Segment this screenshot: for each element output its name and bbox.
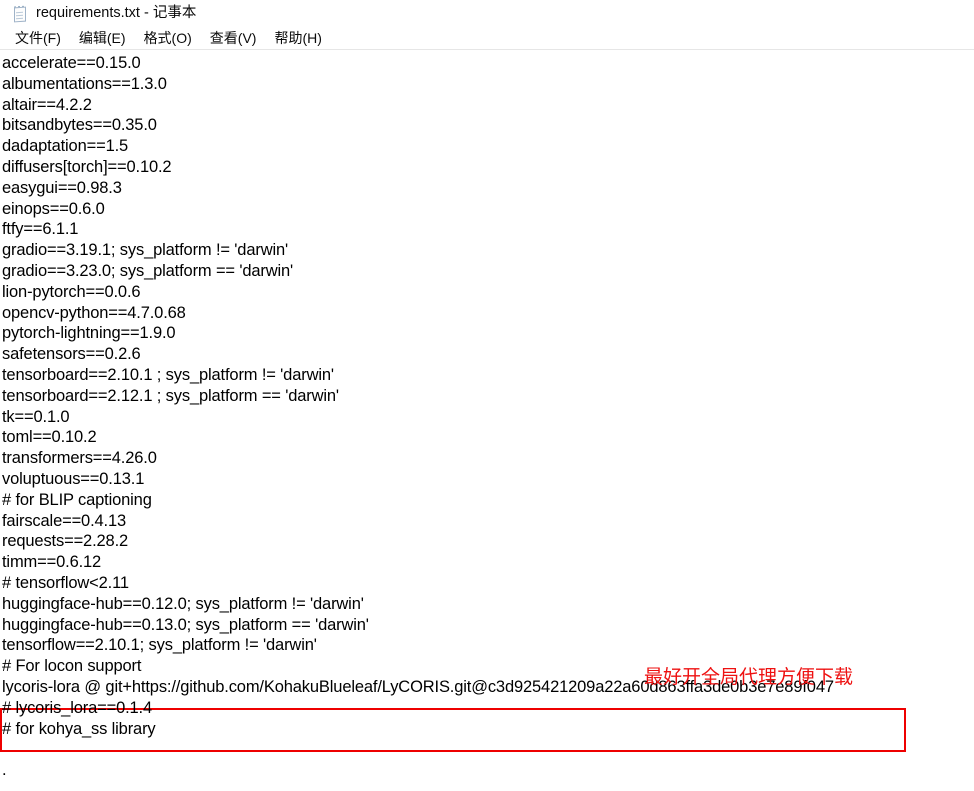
- text-line: fairscale==0.4.13: [2, 511, 127, 530]
- menu-item-file[interactable]: 文件(F): [6, 30, 70, 47]
- text-editor-area[interactable]: accelerate==0.15.0 albumentations==1.3.0 a…: [0, 50, 974, 791]
- menu-item-edit[interactable]: 编辑(E): [70, 30, 135, 47]
- menu-item-format[interactable]: 格式(O): [135, 30, 201, 47]
- text-line: gradio==3.19.1; sys_platform != 'darwin': [2, 241, 289, 260]
- text-line: gradio==3.23.0; sys_platform == 'darwin': [2, 261, 294, 280]
- menu-item-view[interactable]: 查看(V): [201, 30, 266, 47]
- text-line: # for BLIP captioning: [2, 490, 152, 509]
- text-line: einops==0.6.0: [2, 199, 105, 218]
- text-line: transformers==4.26.0: [2, 449, 157, 468]
- notepad-icon-line-2: [16, 14, 23, 16]
- text-line: tensorboard==2.10.1 ; sys_platform != 'd…: [2, 365, 334, 384]
- text-line: accelerate==0.15.0: [2, 54, 141, 72]
- notepad-icon-line-1: [16, 11, 23, 13]
- text-line: dadaptation==1.5: [2, 137, 129, 156]
- text-line: altair==4.2.2: [2, 95, 92, 114]
- text-line: toml==0.10.2: [2, 428, 97, 447]
- text-line: ftfy==6.1.1: [2, 220, 79, 239]
- window-title: requirements.txt - 记事本: [36, 5, 197, 22]
- text-line: [2, 739, 974, 760]
- annotation-note-text: 最好开全局代理方便下载: [644, 667, 854, 688]
- text-line: opencv-python==4.7.0.68: [2, 303, 186, 322]
- text-line: .: [2, 761, 7, 780]
- text-line: tensorflow==2.10.1; sys_platform != 'dar…: [2, 636, 317, 655]
- text-line: diffusers[torch]==0.10.2: [2, 157, 172, 176]
- text-line: huggingface-hub==0.13.0; sys_platform ==…: [2, 615, 369, 634]
- text-line: bitsandbytes==0.35.0: [2, 116, 157, 135]
- text-line: lion-pytorch==0.0.6: [2, 282, 141, 301]
- menu-item-help[interactable]: 帮助(H): [265, 30, 330, 47]
- menu-bar: 文件(F) 编辑(E) 格式(O) 查看(V) 帮助(H): [0, 27, 974, 49]
- notepad-icon: [12, 5, 28, 23]
- text-line: timm==0.6.12: [2, 553, 102, 572]
- text-line: easygui==0.98.3: [2, 178, 122, 197]
- text-line: # for kohya_ss library: [2, 719, 156, 738]
- notepad-icon-line-3: [16, 17, 23, 19]
- text-line: voluptuous==0.13.1: [2, 469, 145, 488]
- text-line: huggingface-hub==0.12.0; sys_platform !=…: [2, 594, 364, 613]
- text-line: # tensorflow<2.11: [2, 573, 129, 592]
- text-line: safetensors==0.2.6: [2, 345, 141, 364]
- text-line: albumentations==1.3.0: [2, 74, 167, 93]
- text-line: pytorch-lightning==1.9.0: [2, 324, 176, 343]
- text-line: tensorboard==2.12.1 ; sys_platform == 'd…: [2, 386, 339, 405]
- text-line: tk==0.1.0: [2, 407, 70, 426]
- text-line: requests==2.28.2: [2, 532, 129, 551]
- text-line: # lycoris_lora==0.1.4: [2, 698, 153, 717]
- title-bar: requirements.txt - 记事本: [0, 0, 974, 27]
